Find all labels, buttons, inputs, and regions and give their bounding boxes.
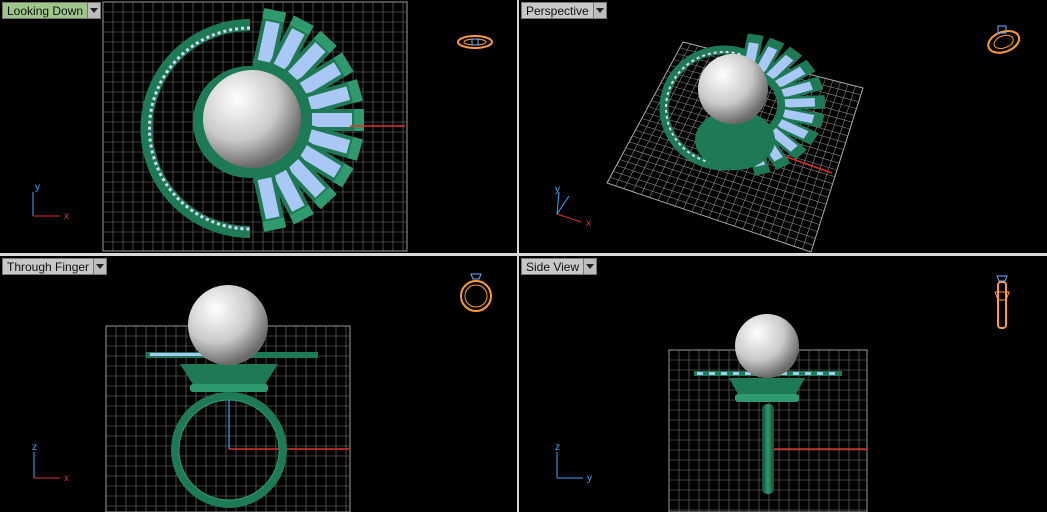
axis-gizmo: z y	[555, 442, 592, 484]
axis-label-horizontal: x	[64, 473, 69, 484]
viewport-looking-down[interactable]: Looking Down y x	[0, 0, 517, 253]
viewport-title[interactable]: Perspective	[521, 2, 594, 19]
axis-gizmo: y x	[555, 184, 591, 229]
ring-orientation-icon[interactable]	[985, 25, 1022, 57]
viewport-through-finger[interactable]: Through Finger z x	[0, 256, 517, 512]
scene-canvas[interactable]: z x	[0, 256, 517, 512]
axis-label-vertical: y	[555, 184, 560, 195]
axis-label-horizontal: x	[64, 211, 69, 222]
scene-canvas[interactable]: z y	[519, 256, 1047, 512]
scene-canvas[interactable]: y x	[0, 0, 517, 253]
axis-label-horizontal: y	[587, 473, 592, 484]
viewport-side-view[interactable]: Side View z y	[519, 256, 1047, 512]
chevron-down-icon[interactable]	[593, 2, 607, 19]
axis-label-horizontal: x	[586, 218, 591, 229]
viewport-label[interactable]: Through Finger	[2, 258, 108, 275]
axis-label-vertical: z	[32, 442, 37, 453]
viewport-label[interactable]: Side View	[521, 258, 598, 275]
chevron-down-icon[interactable]	[94, 258, 108, 275]
axis-label-vertical: y	[35, 182, 40, 193]
ring-orientation-icon[interactable]	[994, 275, 1010, 329]
viewport-label[interactable]: Perspective	[521, 2, 607, 19]
scene-canvas[interactable]: y x	[519, 0, 1047, 253]
axis-label-vertical: z	[555, 442, 560, 453]
viewport-title[interactable]: Looking Down	[2, 2, 89, 19]
axis-gizmo: z x	[32, 442, 69, 484]
ring-orientation-icon[interactable]	[460, 273, 492, 312]
viewport-label[interactable]: Looking Down	[2, 2, 102, 19]
chevron-down-icon[interactable]	[88, 2, 102, 19]
chevron-down-icon[interactable]	[584, 258, 598, 275]
ring-model-side	[694, 314, 842, 494]
viewport-title[interactable]: Through Finger	[2, 258, 95, 275]
ring-orientation-icon[interactable]	[457, 35, 493, 49]
axis-gizmo: y x	[32, 182, 69, 222]
ring-model-front	[146, 285, 318, 508]
viewport-perspective[interactable]: Perspective y x	[519, 0, 1047, 253]
viewport-title[interactable]: Side View	[521, 258, 585, 275]
